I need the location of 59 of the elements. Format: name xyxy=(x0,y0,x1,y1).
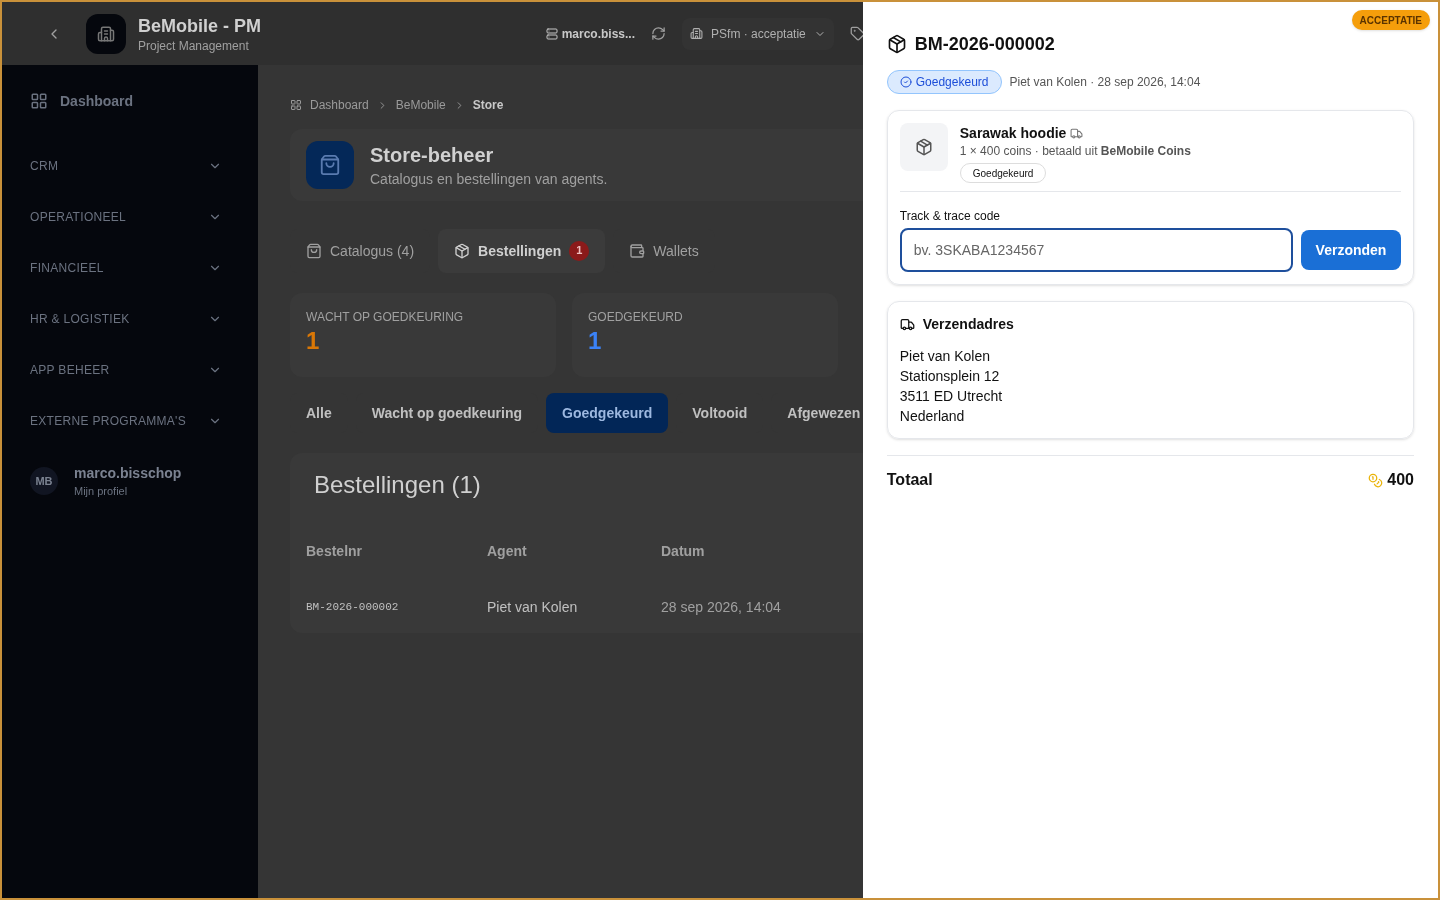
check-icon xyxy=(899,76,912,88)
orders-title: Bestellingen (1) xyxy=(313,470,482,500)
total-label: Totaal xyxy=(886,470,933,490)
column-header: Datum xyxy=(661,542,706,561)
filter-pill[interactable]: Goedgekeurd xyxy=(546,393,669,433)
sidebar-item[interactable]: Dashboard xyxy=(30,85,230,117)
tab[interactable]: Bestellingen 1 xyxy=(438,229,606,273)
breadcrumb-link[interactable]: Store xyxy=(472,97,504,113)
page-subtitle: Catalogus en bestellingen van agents. xyxy=(370,170,608,189)
page-title: Store-beheer xyxy=(370,143,495,168)
stat-label: WACHT OP GOEDKEURING xyxy=(306,309,465,325)
column-header: Bestelnr xyxy=(306,542,364,561)
profile-name: marco.bisschop xyxy=(74,464,182,483)
user-button[interactable]: marco.biss... xyxy=(545,25,636,42)
drawer-title: BM-2026-000002 xyxy=(914,33,1055,56)
breadcrumb-link[interactable]: BeMobile xyxy=(395,97,446,113)
tracking-input[interactable]: bv. 3SKABA1234567 xyxy=(899,228,1293,272)
server-icon xyxy=(545,27,558,40)
box-icon xyxy=(454,243,471,259)
total-value: 400 xyxy=(1387,470,1414,490)
address-line: Stationsplein 12 xyxy=(899,367,1001,386)
item-detail: 1 × 400 coins · betaald uit BeMobile Coins xyxy=(959,143,1191,159)
order-meta: Piet van Kolen · 28 sep 2026, 14:04 xyxy=(1009,74,1201,90)
dashboard-icon xyxy=(30,92,48,110)
box-icon xyxy=(899,123,948,171)
profile-link[interactable]: Mijn profiel xyxy=(74,483,182,500)
tag-icon[interactable] xyxy=(849,26,863,41)
app-title: BeMobile - PM xyxy=(138,14,261,38)
table-cell-text: 28 sep 2026, 14:04 xyxy=(661,598,782,617)
count-badge: 1 xyxy=(569,241,590,261)
avatar: MB xyxy=(30,467,58,496)
truck-icon xyxy=(899,316,915,332)
address-line: Piet van Kolen xyxy=(899,347,992,366)
tracking-label: Track & trace code xyxy=(899,208,1002,224)
column-header: Agent xyxy=(487,542,528,561)
status-badge: Goedgekeurd xyxy=(886,70,1002,94)
stat-value: 1 xyxy=(588,326,603,356)
breadcrumb-link[interactable]: Dashboard xyxy=(310,97,369,113)
bag-icon xyxy=(306,141,354,189)
box-icon xyxy=(886,34,907,54)
environment-badge: ACCEPTATIE xyxy=(1351,10,1430,30)
table-cell-text: BM-2026-000002 xyxy=(306,599,400,615)
stat-label: GOEDGEKEURD xyxy=(588,309,684,325)
refresh-icon[interactable] xyxy=(651,26,667,41)
ship-button[interactable]: Verzonden xyxy=(1301,230,1401,270)
coins-icon xyxy=(1368,472,1384,488)
building-icon xyxy=(690,27,704,40)
wallet-icon xyxy=(629,243,646,259)
address-line: Nederland xyxy=(899,407,966,426)
building-icon xyxy=(86,13,126,54)
bag-icon xyxy=(306,243,322,259)
dashboard-icon xyxy=(290,99,302,111)
table-cell-text: Piet van Kolen xyxy=(487,598,579,617)
address-title: Verzendadres xyxy=(922,315,1014,334)
stat-value: 1 xyxy=(306,326,321,356)
item-name: Sarawak hoodie xyxy=(959,124,1067,143)
environment-select[interactable]: PSfm · acceptatie xyxy=(682,17,834,50)
app-subtitle: Project Management xyxy=(138,37,250,54)
address-line: 3511 ED Utrecht xyxy=(899,387,1004,406)
